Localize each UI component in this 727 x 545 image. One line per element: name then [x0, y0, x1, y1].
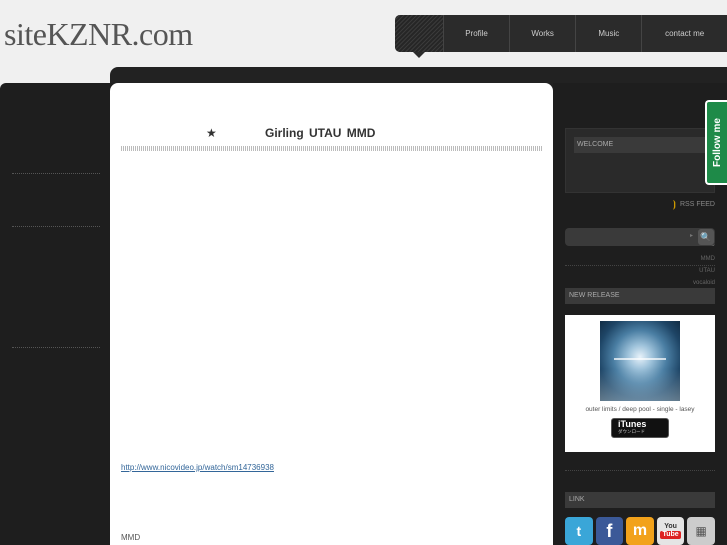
tag-link[interactable]: MMD: [693, 253, 715, 265]
social-links: t f m You Tube ▦: [565, 517, 715, 545]
twitter-glyph: t: [576, 523, 582, 539]
divider: [565, 265, 715, 266]
itunes-text: iTunes ダウンロード: [618, 420, 646, 436]
site-logo[interactable]: siteKZNR.com: [4, 16, 193, 53]
rss-feed-link[interactable]: ⦘ RSS FEED: [673, 199, 715, 210]
mixi-icon[interactable]: m: [626, 517, 654, 545]
search-box: ▸ 🔍: [565, 228, 715, 246]
youtube-tube: Tube: [660, 531, 681, 539]
search-button[interactable]: 🔍: [698, 229, 714, 245]
divider: [12, 173, 100, 174]
link-heading: LINK: [565, 492, 715, 508]
itunes-button[interactable]: iTunes ダウンロード: [611, 418, 669, 438]
other-glyph: ▦: [695, 524, 707, 538]
follow-me-tab[interactable]: Follow me: [705, 100, 727, 185]
rss-icon: ⦘: [672, 199, 676, 210]
welcome-box: WELCOME: [565, 128, 715, 193]
nav-item-contact[interactable]: contact me: [641, 15, 727, 52]
tag-list: MMD UTAU vocaloid: [693, 253, 715, 289]
nav-item-profile[interactable]: Profile: [443, 15, 509, 52]
itunes-sub-label: ダウンロード: [618, 429, 645, 434]
twitter-icon[interactable]: t: [565, 517, 593, 545]
youtube-icon[interactable]: You Tube: [656, 517, 685, 545]
tag-link[interactable]: UTAU: [693, 265, 715, 277]
search-icon: 🔍: [700, 231, 712, 242]
title-underline: [121, 146, 543, 151]
video-link[interactable]: http://www.nicovideo.jp/watch/sm14736938: [121, 463, 274, 472]
cover-title-line: [614, 358, 666, 360]
divider: [12, 347, 100, 348]
main-nav: Profile Works Music contact me: [395, 15, 727, 58]
album-cover-image[interactable]: [600, 321, 680, 401]
nav-item-works[interactable]: Works: [509, 15, 575, 52]
post-title-text: Girling UTAU MMD: [265, 126, 376, 140]
other-link-icon[interactable]: ▦: [687, 517, 715, 545]
nav-item-music[interactable]: Music: [575, 15, 641, 52]
divider: [12, 226, 100, 227]
main-content: ★ Girling UTAU MMD http://www.nicovideo.…: [110, 83, 553, 545]
follow-me-label: Follow me: [711, 118, 723, 167]
new-release-box: outer limits / deep pool - single - lase…: [565, 315, 715, 452]
mixi-glyph: m: [632, 522, 648, 539]
facebook-icon[interactable]: f: [595, 517, 624, 545]
itunes-main-label: iTunes: [618, 419, 647, 429]
post-title[interactable]: Girling UTAU MMD: [265, 126, 375, 140]
rss-label: RSS FEED: [679, 201, 715, 208]
divider: [565, 470, 715, 471]
post-text: MMD: [121, 533, 141, 542]
star-icon: ★: [206, 126, 217, 140]
new-release-heading: NEW RELEASE: [565, 288, 715, 304]
welcome-heading: WELCOME: [574, 137, 708, 153]
search-input[interactable]: [569, 231, 687, 243]
youtube-you: You: [664, 523, 677, 530]
search-arrow-icon: ▸: [690, 233, 694, 239]
cover-light: [600, 369, 680, 401]
facebook-glyph: f: [606, 520, 613, 541]
release-caption: outer limits / deep pool - single - lase…: [585, 406, 695, 413]
left-sidebar: [0, 83, 112, 545]
nav-stripe-decoration: [395, 15, 443, 58]
